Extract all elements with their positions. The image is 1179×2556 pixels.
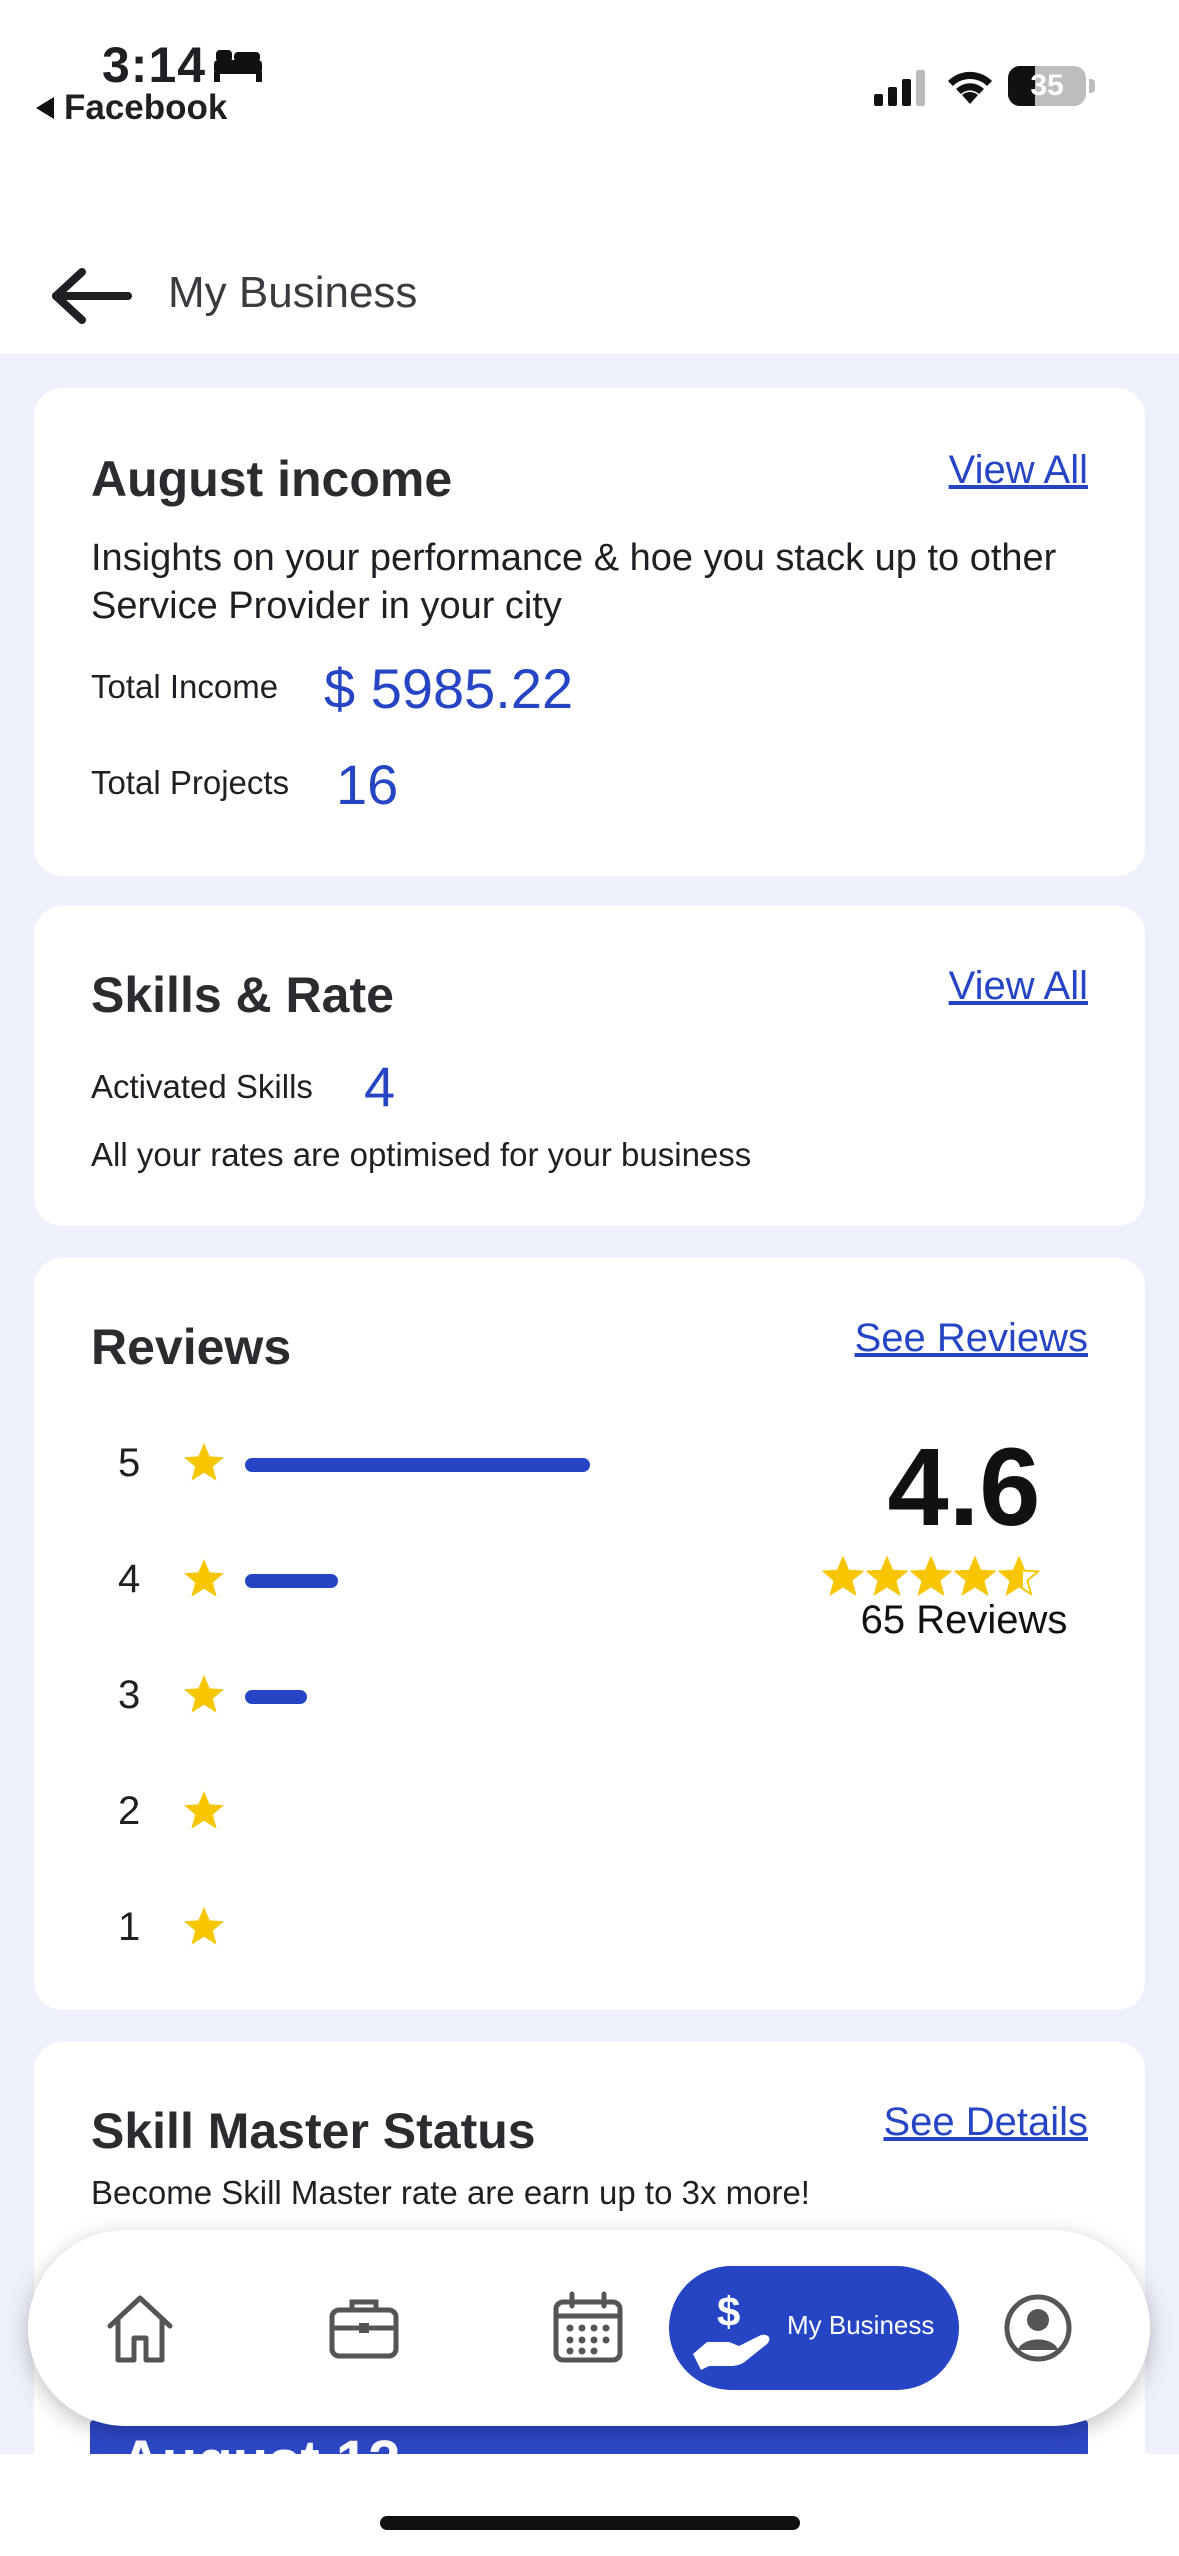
income-title: August income	[91, 451, 453, 507]
see-reviews-link[interactable]: See Reviews	[855, 1316, 1088, 1361]
rating-row-stars-label: 3	[118, 1673, 141, 1717]
reviews-title: Reviews	[91, 1319, 292, 1375]
income-description: Insights on your performance & hoe you s…	[91, 537, 1057, 627]
status-bar: 3:14 Facebook 35	[0, 0, 1179, 170]
rating-row: 4	[118, 1549, 678, 1609]
battery-icon: 35	[1008, 66, 1086, 106]
rating-row: 1	[118, 1897, 678, 1957]
back-to-facebook[interactable]: Facebook	[36, 88, 227, 128]
skill-master-title: Skill Master Status	[91, 2103, 536, 2159]
star-icon	[184, 1675, 224, 1713]
average-star-icon	[910, 1556, 952, 1597]
total-projects-label: Total Projects	[91, 764, 290, 801]
total-income-label: Total Income	[91, 668, 279, 705]
skills-card: Skills & Rate View All Activated Skills …	[34, 906, 1145, 1226]
reviews-card: Reviews See Reviews 5 4 3 2 1 4.6 65 Reviews	[34, 1258, 1145, 2010]
back-app-label: Facebook	[64, 88, 228, 127]
rating-row: 5	[118, 1433, 678, 1493]
status-time: 3:14	[102, 37, 207, 93]
home-indicator[interactable]	[380, 2516, 800, 2530]
review-count: 65 Reviews	[860, 1598, 1068, 1642]
income-card: August income View All Insights on your …	[34, 388, 1145, 876]
bottom-nav: $ My Business	[28, 2230, 1150, 2426]
average-star-icon	[998, 1556, 1040, 1597]
calendar-icon[interactable]	[548, 2288, 628, 2368]
rating-row-stars-label: 4	[118, 1557, 141, 1601]
app-header: My Business	[0, 230, 1179, 354]
skills-title: Skills & Rate	[91, 967, 394, 1023]
activated-skills-value: 4	[364, 1055, 396, 1118]
back-arrow-icon[interactable]	[50, 266, 134, 326]
briefcase-icon[interactable]	[324, 2288, 404, 2368]
sleep-focus-icon	[214, 50, 262, 82]
svg-text:$: $	[717, 2288, 740, 2335]
rating-bar	[245, 1690, 308, 1704]
cellular-signal-icon	[874, 70, 925, 106]
skill-master-description: Become Skill Master rate are earn up to …	[91, 2174, 810, 2211]
average-star-icon	[822, 1556, 864, 1597]
star-icon	[184, 1907, 224, 1945]
page: 3:14 Facebook 35 My Business August inco…	[0, 0, 1179, 2556]
average-stars	[822, 1556, 1040, 1598]
nav-my-business[interactable]: $ My Business	[669, 2266, 959, 2390]
nav-my-business-label: My Business	[787, 2310, 935, 2340]
rating-row: 2	[118, 1781, 678, 1841]
rating-row: 3	[118, 1665, 678, 1725]
average-star-icon	[866, 1556, 908, 1597]
wifi-icon	[948, 71, 992, 104]
star-icon	[184, 1559, 224, 1597]
star-icon	[184, 1443, 224, 1481]
profile-icon[interactable]	[998, 2288, 1078, 2368]
page-title: My Business	[168, 268, 418, 317]
battery-tip	[1089, 79, 1095, 93]
rating-bar	[245, 1458, 590, 1472]
rating-row-stars-label: 1	[118, 1905, 141, 1949]
home-icon[interactable]	[100, 2288, 180, 2368]
activated-skills-label: Activated Skills	[91, 1068, 313, 1105]
total-projects-value: 16	[336, 753, 399, 816]
average-rating: 4.6	[887, 1426, 1041, 1549]
skills-note: All your rates are optimised for your bu…	[91, 1136, 752, 1173]
back-triangle-icon	[36, 97, 54, 119]
income-view-all-link[interactable]: View All	[949, 448, 1088, 493]
rating-row-stars-label: 5	[118, 1441, 141, 1485]
rating-row-stars-label: 2	[118, 1789, 141, 1833]
battery-level: 35	[1030, 69, 1064, 102]
skills-view-all-link[interactable]: View All	[949, 964, 1088, 1009]
see-details-link[interactable]: See Details	[883, 2100, 1088, 2145]
main-content: August income View All Insights on your …	[0, 354, 1179, 2542]
star-icon	[184, 1791, 224, 1829]
total-income-value: $ 5985.22	[324, 657, 574, 720]
business-money-icon: $	[693, 2288, 770, 2370]
average-star-icon	[954, 1556, 996, 1597]
rating-bar	[245, 1574, 339, 1588]
bottom-safe-area	[0, 2454, 1179, 2556]
